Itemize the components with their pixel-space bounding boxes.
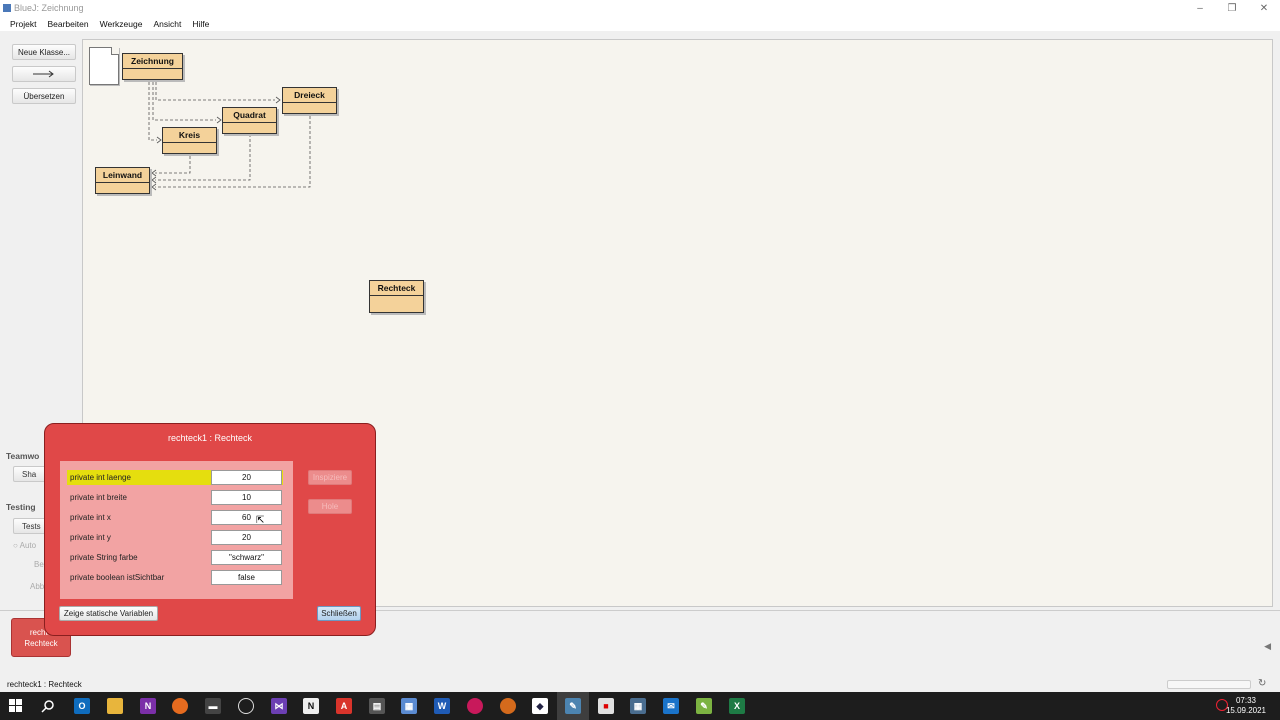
obs-icon[interactable] xyxy=(238,698,254,714)
maximize-button[interactable]: ❐ xyxy=(1216,0,1248,16)
raspberry-icon[interactable] xyxy=(467,698,483,714)
field-row[interactable]: private int breite 10 xyxy=(67,490,283,505)
field-value: 20 xyxy=(211,530,282,545)
field-label: private int breite xyxy=(70,493,127,502)
class-quadrat[interactable]: Quadrat xyxy=(222,107,277,134)
class-name: Dreieck xyxy=(283,88,336,103)
field-row[interactable]: private int x 60 xyxy=(67,510,283,525)
class-name: Leinwand xyxy=(96,168,149,183)
inspect-button[interactable]: Inspiziere xyxy=(308,470,352,485)
field-label: private int laenge xyxy=(70,473,131,482)
field-label: private String farbe xyxy=(70,553,138,562)
class-kreis[interactable]: Kreis xyxy=(162,127,217,154)
terminal-icon[interactable]: ▬ xyxy=(205,698,221,714)
visual-studio-icon[interactable]: ⋈ xyxy=(271,698,287,714)
clock-time: 07:33 xyxy=(1235,696,1256,705)
inkscape-icon[interactable]: ◆ xyxy=(532,698,548,714)
object-inspector-dialog: rechteck1 : Rechteck private int laenge … xyxy=(44,423,376,636)
camera-icon[interactable]: ■ xyxy=(598,698,614,714)
app-icon[interactable] xyxy=(500,698,516,714)
field-row[interactable]: private String farbe "schwarz" xyxy=(67,550,283,565)
menu-hilfe[interactable]: Hilfe xyxy=(192,19,209,29)
calculator-icon[interactable]: ▤ xyxy=(369,698,385,714)
bluej-icon[interactable]: ✎ xyxy=(557,692,589,720)
firefox-icon[interactable] xyxy=(172,698,188,714)
cancel-recording-button[interactable]: Abb xyxy=(30,582,44,591)
arrow-icon xyxy=(33,70,54,78)
field-value: "schwarz" xyxy=(211,550,282,565)
show-static-fields-button[interactable]: Zeige statische Variablen xyxy=(59,606,158,621)
menu-werkzeuge[interactable]: Werkzeuge xyxy=(100,19,143,29)
windows-icon[interactable] xyxy=(8,698,24,714)
progress-bar xyxy=(1167,680,1251,689)
fields-list: private int laenge 20 private int breite… xyxy=(60,461,293,599)
minimize-button[interactable]: – xyxy=(1184,0,1216,16)
autotest-label: Auto xyxy=(19,541,37,550)
arrow-zeichnung-quadrat xyxy=(152,82,216,121)
bluej-app-icon xyxy=(3,4,11,12)
menu-ansicht[interactable]: Ansicht xyxy=(153,19,181,29)
calculator2-icon[interactable]: ▦ xyxy=(630,698,646,714)
class-zeichnung[interactable]: Zeichnung xyxy=(122,53,183,80)
class-rechteck[interactable]: Rechteck xyxy=(369,280,424,313)
tray-clock[interactable]: 07:33 15.09.2021 xyxy=(1226,696,1266,716)
readme-note-icon[interactable] xyxy=(89,47,119,85)
mail-icon[interactable]: ✉ xyxy=(663,698,679,714)
close-button[interactable]: ✕ xyxy=(1248,0,1280,16)
new-arrow-button[interactable] xyxy=(12,66,76,82)
excel-icon[interactable]: X xyxy=(729,698,745,714)
inspector-title: rechteck1 : Rechteck xyxy=(167,433,253,443)
notepadpp-icon[interactable]: ✎ xyxy=(696,698,712,714)
outlook-icon[interactable]: O xyxy=(74,698,90,714)
arrow-zeichnung-kreis xyxy=(148,82,157,141)
class-name: Zeichnung xyxy=(123,54,182,69)
mouse-cursor-icon: ⇱ xyxy=(256,515,265,526)
close-inspector-button[interactable]: Schließen xyxy=(317,606,361,621)
arrow-kreis-leinwand xyxy=(155,156,191,174)
field-label: private boolean istSichtbar xyxy=(70,573,165,582)
field-label: private int y xyxy=(70,533,111,542)
title-bar: BlueJ: Zeichnung – ❐ ✕ xyxy=(0,0,1280,16)
menu-bar: Projekt Bearbeiten Werkzeuge Ansicht Hil… xyxy=(0,16,1280,31)
get-button[interactable]: Hole xyxy=(308,499,352,514)
status-bar: rechteck1 : Rechteck ↻ xyxy=(0,678,1280,692)
acrobat-icon[interactable]: A xyxy=(336,698,352,714)
arrow-zeichnung-dreieck xyxy=(155,82,275,101)
class-name: Quadrat xyxy=(223,108,276,123)
windows-taskbar: O N ▬ ⋈ N A ▤ ▦ W ◆ ✎ ■ ▦ ✉ ✎ X 07:33 15… xyxy=(0,692,1280,720)
status-text: rechteck1 : Rechteck xyxy=(7,680,82,689)
menu-bearbeiten[interactable]: Bearbeiten xyxy=(47,19,88,29)
reset-vm-icon[interactable]: ↻ xyxy=(1258,678,1266,689)
word-icon[interactable]: W xyxy=(434,698,450,714)
field-row[interactable]: private boolean istSichtbar false xyxy=(67,570,283,585)
field-row[interactable]: private int laenge 20 xyxy=(67,470,283,485)
new-class-button[interactable]: Neue Klasse... xyxy=(12,44,76,60)
field-value: 60 xyxy=(211,510,282,525)
class-leinwand[interactable]: Leinwand xyxy=(95,167,150,194)
end-recording-button[interactable]: Be xyxy=(34,560,44,569)
field-value: 10 xyxy=(211,490,282,505)
photos-icon[interactable]: ▦ xyxy=(401,698,417,714)
clock-date: 15.09.2021 xyxy=(1225,706,1266,715)
field-value: false xyxy=(211,570,282,585)
teamwork-label: Teamwo xyxy=(6,451,40,461)
class-name: Kreis xyxy=(163,128,216,143)
onenote-icon[interactable]: N xyxy=(140,698,156,714)
field-row[interactable]: private int y 20 xyxy=(67,530,283,545)
field-label: private int x xyxy=(70,513,111,522)
class-dreieck[interactable]: Dreieck xyxy=(282,87,337,114)
compile-button[interactable]: Übersetzen xyxy=(12,88,76,104)
class-name: Rechteck xyxy=(370,281,423,296)
window-title: BlueJ: Zeichnung xyxy=(14,3,84,13)
notepad-icon[interactable]: N xyxy=(303,698,319,714)
scroll-left-icon[interactable]: ◀ xyxy=(1264,641,1271,652)
search-icon[interactable] xyxy=(40,698,56,714)
field-value: 20 xyxy=(211,470,282,485)
menu-projekt[interactable]: Projekt xyxy=(10,19,36,29)
object-label-line2: Rechteck xyxy=(24,638,58,648)
file-explorer-icon[interactable] xyxy=(107,698,123,714)
autotest-radio[interactable]: ○ Auto xyxy=(13,541,36,550)
testing-label: Testing xyxy=(6,502,36,512)
